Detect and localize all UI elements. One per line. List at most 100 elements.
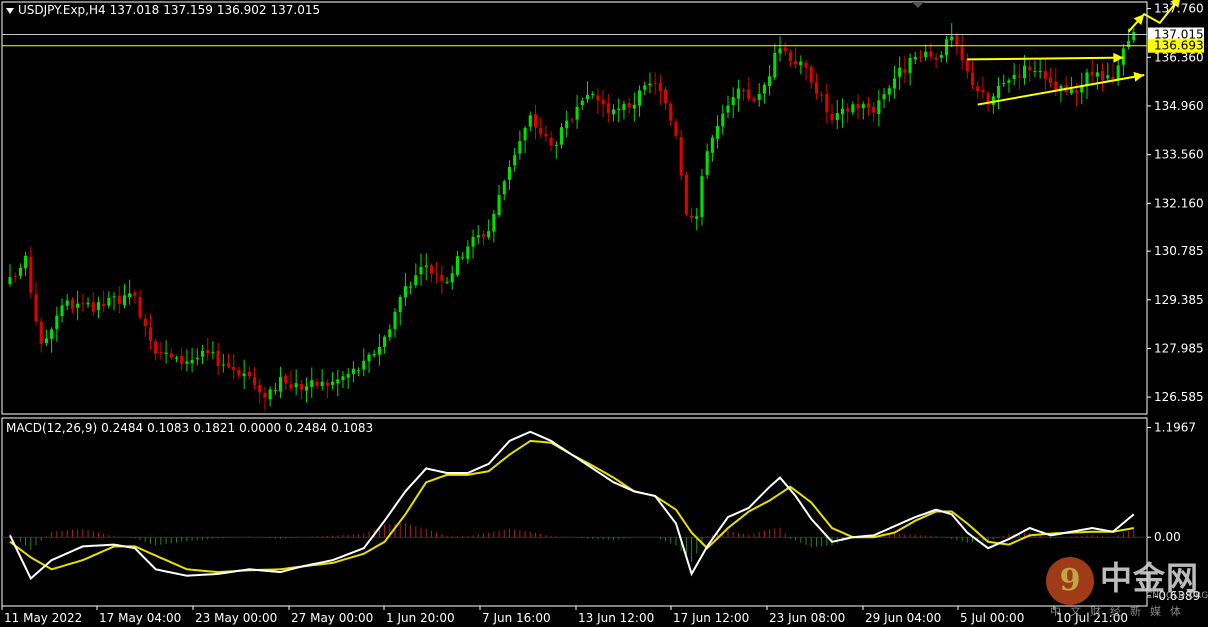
candle-body: [830, 113, 834, 121]
candle-body: [507, 166, 512, 180]
candle-body: [663, 89, 668, 104]
candle-body: [924, 51, 928, 57]
annotation-arrowhead: [1133, 71, 1145, 82]
candle-body: [1095, 72, 1099, 77]
candle-body: [1017, 76, 1021, 78]
candle-body: [117, 295, 121, 305]
candle-body: [497, 194, 501, 216]
candle-body: [1007, 80, 1011, 83]
macd-pane-frame: [1, 417, 1148, 607]
candle-body: [679, 136, 683, 176]
candle-body: [341, 376, 345, 381]
candle-body: [1085, 72, 1089, 86]
time-tick-label: 23 Jun 08:00: [769, 611, 845, 625]
candle-body: [669, 104, 673, 121]
header-dropdown-icon[interactable]: [6, 7, 14, 14]
candle-body: [445, 282, 449, 284]
time-tick-label: 23 May 00:00: [195, 611, 277, 625]
candle-body: [221, 364, 225, 366]
trading-chart[interactable]: 137.760136.360134.960133.560132.160130.7…: [0, 0, 1208, 627]
candle-body: [575, 106, 579, 120]
candle-body: [242, 373, 246, 377]
candle-body: [435, 274, 439, 276]
candle-body: [159, 351, 163, 354]
candle-body: [60, 305, 64, 317]
candle-body: [304, 386, 309, 391]
candle-body: [216, 350, 220, 366]
candle-body: [200, 350, 205, 357]
candle-body: [414, 275, 418, 286]
open-value: 137.018: [109, 3, 160, 17]
watermark-logo-icon: 9: [1046, 557, 1094, 605]
candle-body: [1028, 66, 1032, 71]
candle-body: [1132, 31, 1136, 41]
candle-body: [768, 76, 772, 87]
price-tick-label: 137.760: [1154, 2, 1204, 16]
watermark: 9 中金网 CNGOLD.ORG 中文财经新媒体: [1046, 553, 1208, 623]
candle-body: [102, 303, 106, 306]
candle-body: [996, 85, 1001, 98]
candle-body: [429, 265, 433, 274]
candle-body: [1106, 75, 1110, 79]
candle-body: [851, 104, 855, 113]
candle-body: [580, 100, 584, 106]
candle-body: [1069, 89, 1073, 94]
candle-body: [898, 67, 902, 77]
candle-body: [1043, 70, 1047, 79]
candle-body: [840, 108, 845, 115]
time-tick-label: 11 May 2022: [4, 611, 82, 625]
candle-body: [383, 336, 387, 347]
candle-body: [762, 84, 766, 94]
candle-body: [643, 85, 647, 90]
candle-body: [273, 389, 277, 391]
candle-body: [461, 257, 465, 259]
candle-body: [716, 125, 720, 139]
candle-body: [705, 151, 709, 175]
candle-body: [549, 137, 553, 146]
candle-body: [284, 375, 288, 384]
candle-body: [955, 35, 959, 45]
candle-body: [1038, 71, 1042, 73]
candle-body: [232, 366, 236, 371]
watermark-subtitle: 中文财经新媒体: [1050, 605, 1190, 618]
candle-body: [726, 105, 730, 113]
candle-body: [684, 174, 688, 215]
candle-body: [86, 302, 90, 305]
candle-body: [8, 277, 12, 285]
candle-body: [695, 216, 699, 219]
candle-body: [362, 360, 366, 370]
candle-body: [591, 93, 595, 95]
candle-body: [513, 155, 517, 166]
candle-body: [721, 113, 725, 127]
candle-body: [596, 95, 600, 101]
time-tick-label: 13 Jun 12:00: [578, 611, 654, 625]
candle-body: [174, 357, 179, 359]
candle-body: [773, 52, 777, 78]
candle-body: [393, 311, 397, 330]
candle-body: [1101, 70, 1105, 80]
candle-body: [1002, 83, 1006, 85]
price-pane-frame: [1, 1, 1148, 415]
candle-body: [1022, 65, 1027, 78]
candle-body: [856, 104, 860, 109]
time-tick-label: 17 May 04:00: [99, 611, 181, 625]
candle-body: [55, 315, 59, 329]
price-tick-label: 126.585: [1154, 390, 1204, 404]
candle-body: [424, 265, 428, 267]
candle-body: [965, 58, 969, 72]
macd-value: 0.1821: [193, 421, 236, 435]
candle-body: [585, 94, 590, 100]
candle-body: [950, 36, 954, 41]
candle-body: [908, 57, 912, 73]
candle-body: [944, 39, 949, 56]
candle-body: [846, 108, 850, 112]
candle-body: [70, 299, 74, 309]
candle-body: [887, 88, 891, 95]
macd-value: 0.1083: [147, 421, 190, 435]
candle-body: [107, 297, 111, 306]
candle-body: [289, 384, 293, 389]
candle-body: [122, 295, 127, 306]
candle-body: [195, 357, 199, 359]
candle-body: [1121, 48, 1125, 65]
time-tick-label: 27 May 00:00: [291, 611, 373, 625]
